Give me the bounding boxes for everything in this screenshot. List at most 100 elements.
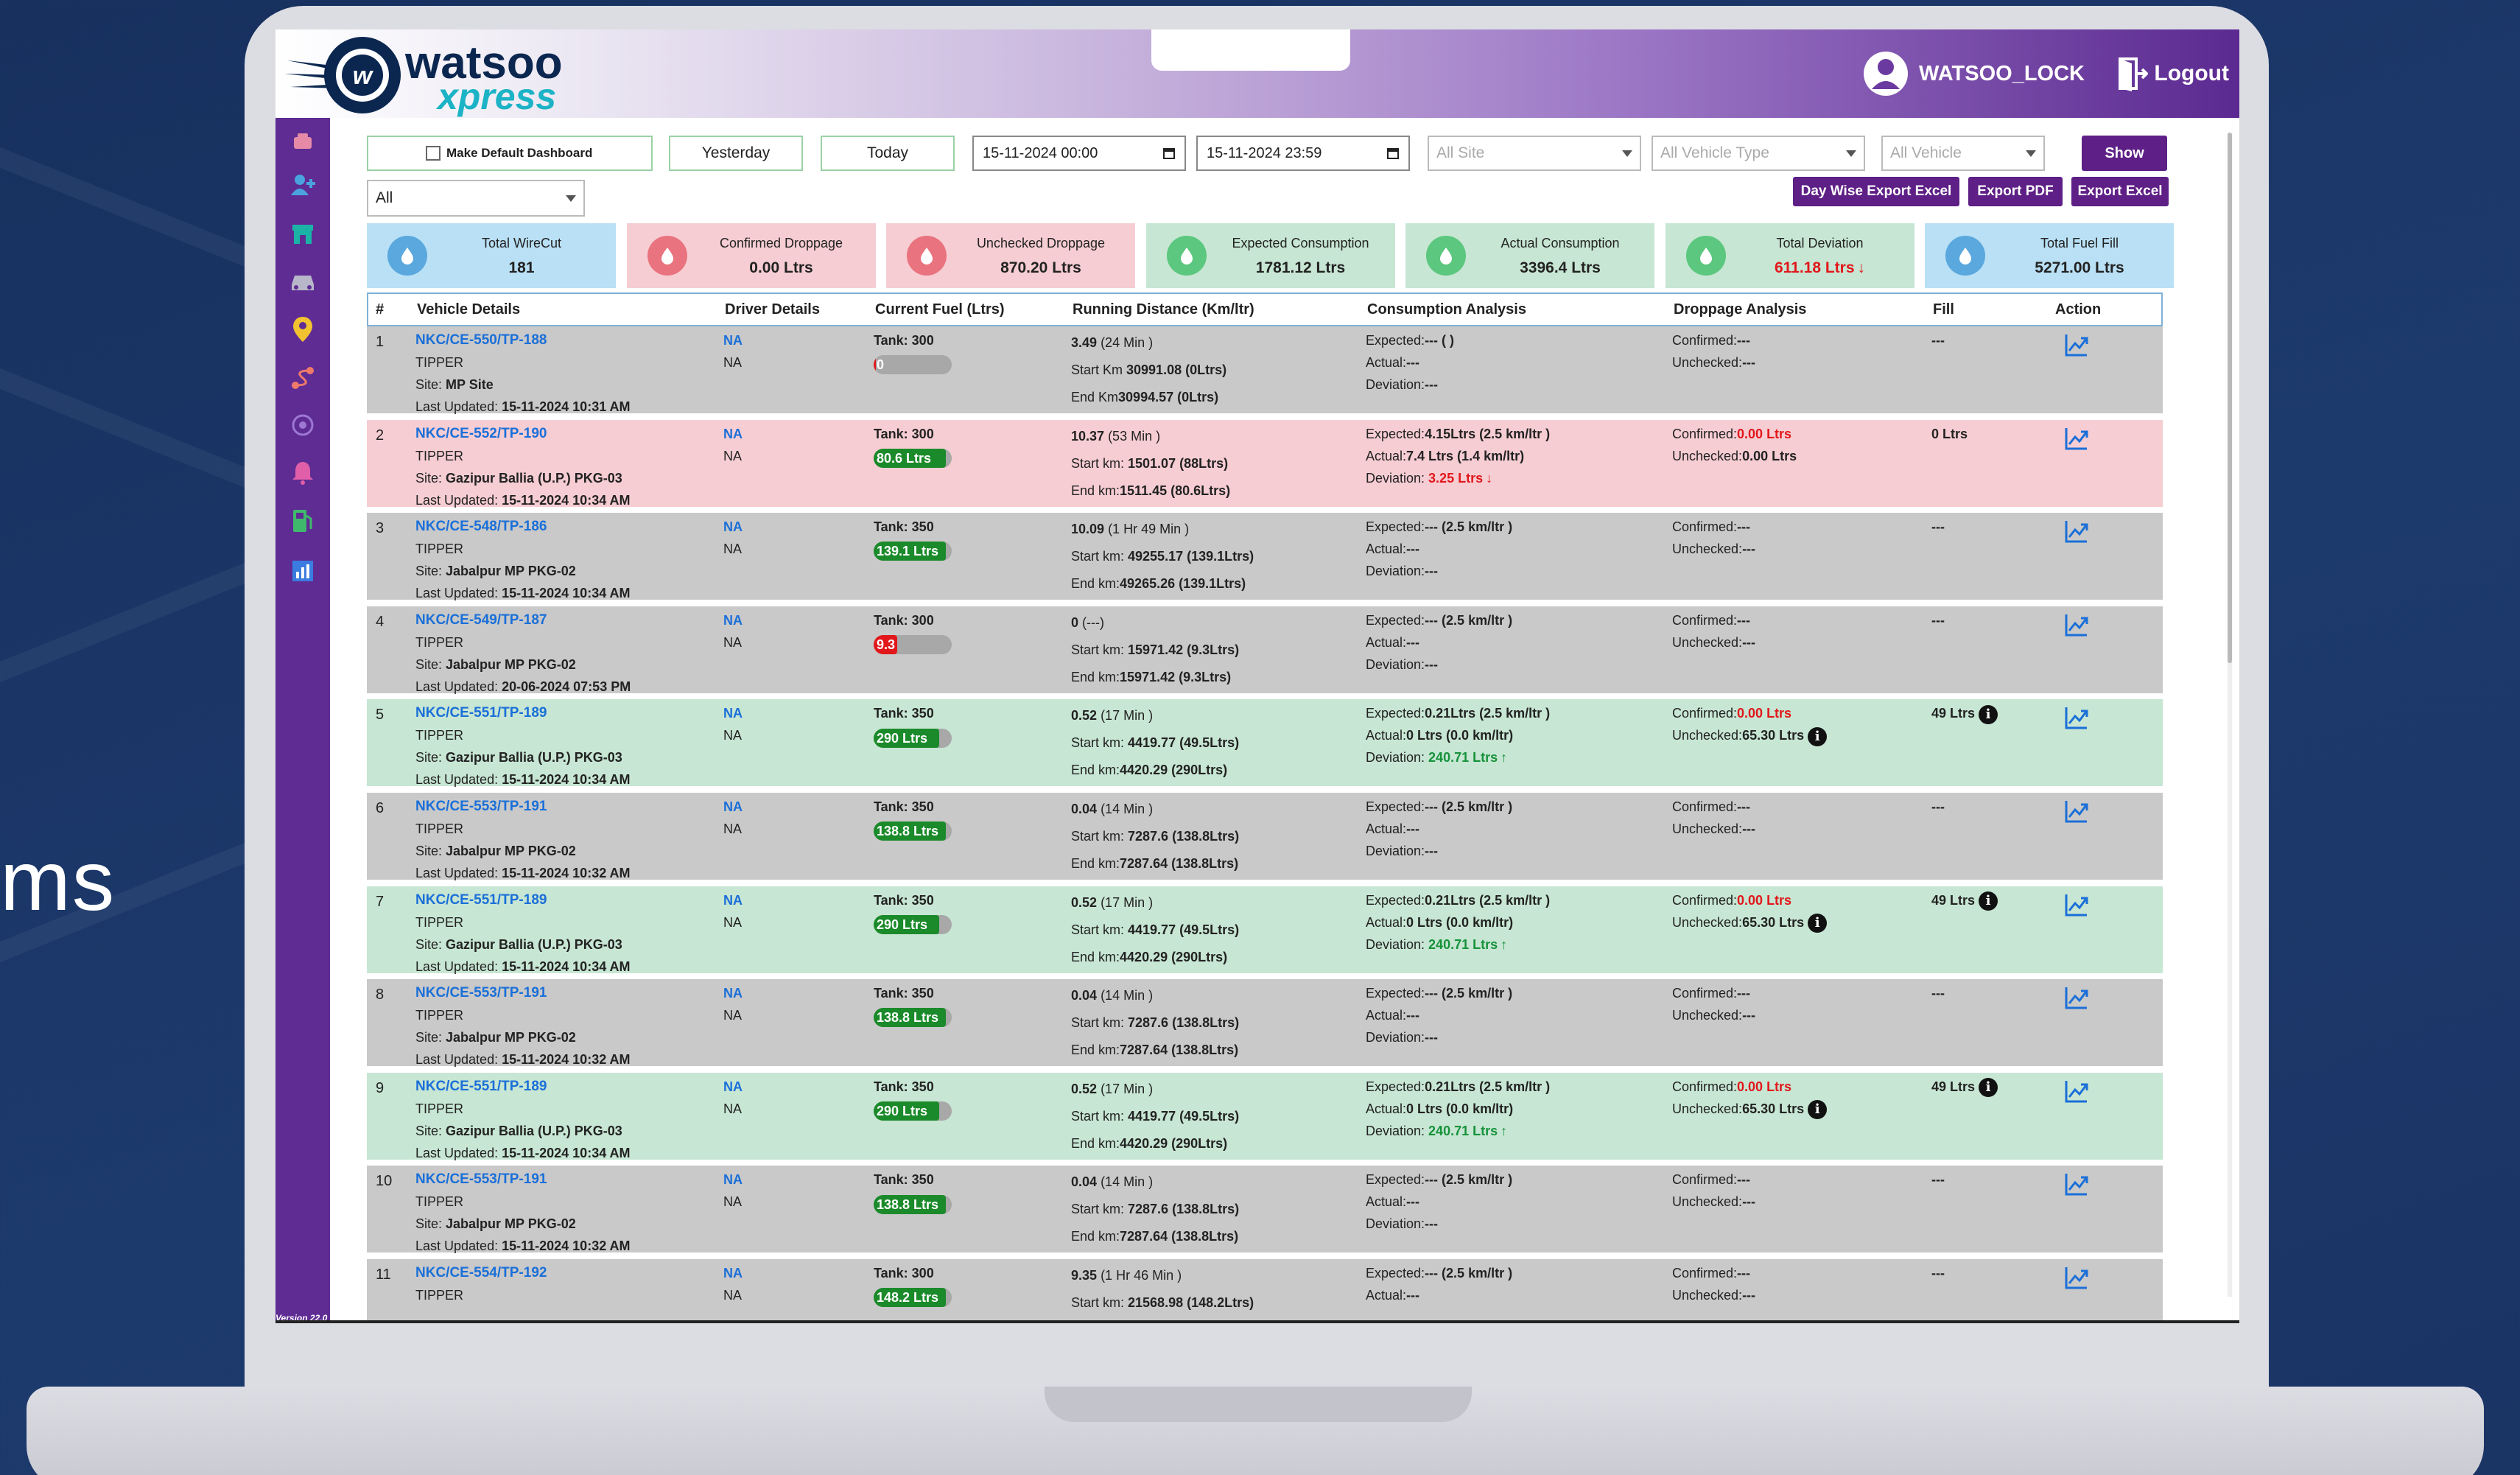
trend-chart-icon[interactable] <box>2064 612 2089 637</box>
logout-button[interactable]: Logout <box>2117 46 2229 102</box>
table-row[interactable]: 9 NKC/CE-551/TP-189 TIPPER Site: Gazipur Ba… <box>367 1072 2163 1163</box>
export-pdf-button[interactable]: Export PDF <box>1968 177 2063 206</box>
calendar-icon[interactable] <box>1162 147 1176 160</box>
vehicle-link[interactable]: NKC/CE-550/TP-188 <box>415 329 631 351</box>
driver-link[interactable]: NA <box>723 329 743 351</box>
site-label: Site: <box>415 844 446 858</box>
driver-link[interactable]: NA <box>723 1262 743 1284</box>
actual-consumption: Actual:--- <box>1366 631 1512 654</box>
actual-consumption: Actual:--- <box>1366 1004 1512 1026</box>
fuel-level-fill <box>874 355 877 375</box>
table-row[interactable]: 1 NKC/CE-550/TP-188 TIPPER Site: MP Site Las… <box>367 326 2163 416</box>
start-km: Start km: 4419.77 (49.5Ltrs) <box>1071 1103 1239 1130</box>
info-icon[interactable]: i <box>1979 1078 1998 1098</box>
info-icon[interactable]: i <box>1808 726 1828 746</box>
driver-link[interactable]: NA <box>723 1169 743 1191</box>
table-row[interactable]: 6 NKC/CE-553/TP-191 TIPPER Site: Jabalpur M… <box>367 793 2163 883</box>
group-select[interactable]: All <box>367 180 585 217</box>
deviation-value: --- <box>1425 377 1438 392</box>
trend-chart-icon[interactable] <box>2064 1171 2089 1197</box>
show-button[interactable]: Show <box>2082 136 2167 171</box>
table-row[interactable]: 5 NKC/CE-551/TP-189 TIPPER Site: Gazipur Ba… <box>367 699 2163 790</box>
table-row[interactable]: 2 NKC/CE-552/TP-190 TIPPER Site: Gazipur Ba… <box>367 419 2163 510</box>
vehicle-link[interactable]: NKC/CE-553/TP-191 <box>415 1169 631 1191</box>
calendar-icon[interactable] <box>1386 147 1400 160</box>
make-default-dashboard-button[interactable]: Make Default Dashboard <box>367 136 653 171</box>
vehicle-link[interactable]: NKC/CE-548/TP-186 <box>415 516 631 538</box>
driver-link[interactable]: NA <box>723 609 743 631</box>
sidebar-store-icon[interactable] <box>284 215 321 252</box>
vehicle-link[interactable]: NKC/CE-549/TP-187 <box>415 609 631 631</box>
driver-link[interactable]: NA <box>723 982 743 1004</box>
table-row[interactable]: 10 NKC/CE-553/TP-191 TIPPER Site: Jabalpur … <box>367 1166 2163 1256</box>
sidebar-add-user-icon[interactable] <box>284 167 321 203</box>
unchecked-value: 65.30 Ltrs <box>1742 914 1805 930</box>
site-select[interactable]: All Site <box>1428 136 1641 171</box>
driver-link[interactable]: NA <box>723 516 743 538</box>
driver-link[interactable]: NA <box>723 796 743 818</box>
trend-chart-icon[interactable] <box>2064 985 2089 1010</box>
scrollbar-thumb[interactable] <box>2228 133 2232 663</box>
running-distance: 0.04 (14 Min ) Start km: 7287.6 (138.8Ltr… <box>1071 1169 1239 1250</box>
fill-value-cell: --- <box>1931 1262 1945 1284</box>
sidebar-dashboard-icon[interactable] <box>284 124 321 161</box>
sidebar-alert-icon[interactable] <box>284 454 321 491</box>
sidebar-reports-icon[interactable] <box>284 553 321 589</box>
sidebar-settings-icon[interactable] <box>284 407 321 444</box>
driver-link[interactable]: NA <box>723 423 743 445</box>
trend-chart-icon[interactable] <box>2064 1265 2089 1290</box>
current-fuel: Tank: 350 290 Ltrs <box>874 702 952 748</box>
distance-value: 0.52 (17 Min ) <box>1071 889 1239 917</box>
vehicle-select[interactable]: All Vehicle <box>1881 136 2045 171</box>
today-button[interactable]: Today <box>821 136 955 171</box>
trend-chart-icon[interactable] <box>2064 332 2089 357</box>
confirmed-droppage: Confirmed:--- <box>1672 609 1755 631</box>
trend-chart-icon[interactable] <box>2064 1079 2089 1104</box>
confirmed-value: --- <box>1737 986 1751 1001</box>
vehicle-details: NKC/CE-551/TP-189 TIPPER Site: Gazipur Bal… <box>415 889 631 978</box>
info-icon[interactable]: i <box>1808 913 1828 933</box>
table-row[interactable]: 3 NKC/CE-548/TP-186 TIPPER Site: Jabalpur M… <box>367 513 2163 603</box>
to-datetime-input[interactable]: 15-11-2024 23:59 <box>1196 136 1410 171</box>
driver-link[interactable]: NA <box>723 889 743 911</box>
vehicle-link[interactable]: NKC/CE-551/TP-189 <box>415 889 631 911</box>
vehicle-type-select[interactable]: All Vehicle Type <box>1652 136 1865 171</box>
table-row[interactable]: 11 NKC/CE-554/TP-192 TIPPER NA NA Tank: 300 14… <box>367 1259 2163 1320</box>
table-row[interactable]: 7 NKC/CE-551/TP-189 TIPPER Site: Gazipur Ba… <box>367 886 2163 976</box>
info-icon[interactable]: i <box>1808 1100 1828 1120</box>
trend-chart-icon[interactable] <box>2064 799 2089 824</box>
sidebar-location-icon[interactable] <box>284 311 321 348</box>
table-row[interactable]: 8 NKC/CE-553/TP-191 TIPPER Site: Jabalpur M… <box>367 979 2163 1070</box>
info-icon[interactable]: i <box>1979 891 1998 911</box>
driver-details: NA NA <box>723 1169 743 1213</box>
from-datetime-input[interactable]: 15-11-2024 00:00 <box>972 136 1186 171</box>
start-km: Start Km 30991.08 (0Ltrs) <box>1071 357 1226 384</box>
driver-link[interactable]: NA <box>723 702 743 724</box>
trend-chart-icon[interactable] <box>2064 519 2089 544</box>
deviation-value-text: --- <box>1425 656 1439 672</box>
day-wise-export-excel-button[interactable]: Day Wise Export Excel <box>1793 177 1959 206</box>
vehicle-link[interactable]: NKC/CE-551/TP-189 <box>415 702 631 724</box>
sidebar-fuel-icon[interactable] <box>284 502 321 539</box>
driver-details: NA NA <box>723 516 743 560</box>
table-row[interactable]: 4 NKC/CE-549/TP-187 TIPPER Site: Jabalpur M… <box>367 606 2163 696</box>
sidebar-vehicle-icon[interactable] <box>284 264 321 301</box>
sidebar-route-icon[interactable] <box>284 360 321 396</box>
start-km-label: Start km: <box>1071 1295 1129 1310</box>
yesterday-button[interactable]: Yesterday <box>669 136 803 171</box>
vehicle-link[interactable]: NKC/CE-553/TP-191 <box>415 796 631 818</box>
make-default-checkbox[interactable] <box>426 146 441 161</box>
vehicle-link[interactable]: NKC/CE-551/TP-189 <box>415 1076 631 1098</box>
export-excel-button[interactable]: Export Excel <box>2071 177 2169 206</box>
trend-chart-icon[interactable] <box>2064 705 2089 730</box>
summary-card-title: Actual Consumption <box>1501 236 1620 250</box>
driver-link[interactable]: NA <box>723 1076 743 1098</box>
vehicle-link[interactable]: NKC/CE-554/TP-192 <box>415 1262 547 1284</box>
vehicle-link[interactable]: NKC/CE-552/TP-190 <box>415 423 631 445</box>
user-menu[interactable]: WATSOO_LOCK <box>1863 46 2085 102</box>
info-icon[interactable]: i <box>1979 704 1998 724</box>
deviation: Deviation: 240.71 Ltrs ↑ <box>1366 933 1550 956</box>
vehicle-link[interactable]: NKC/CE-553/TP-191 <box>415 982 631 1004</box>
trend-chart-icon[interactable] <box>2064 892 2089 917</box>
trend-chart-icon[interactable] <box>2064 426 2089 451</box>
